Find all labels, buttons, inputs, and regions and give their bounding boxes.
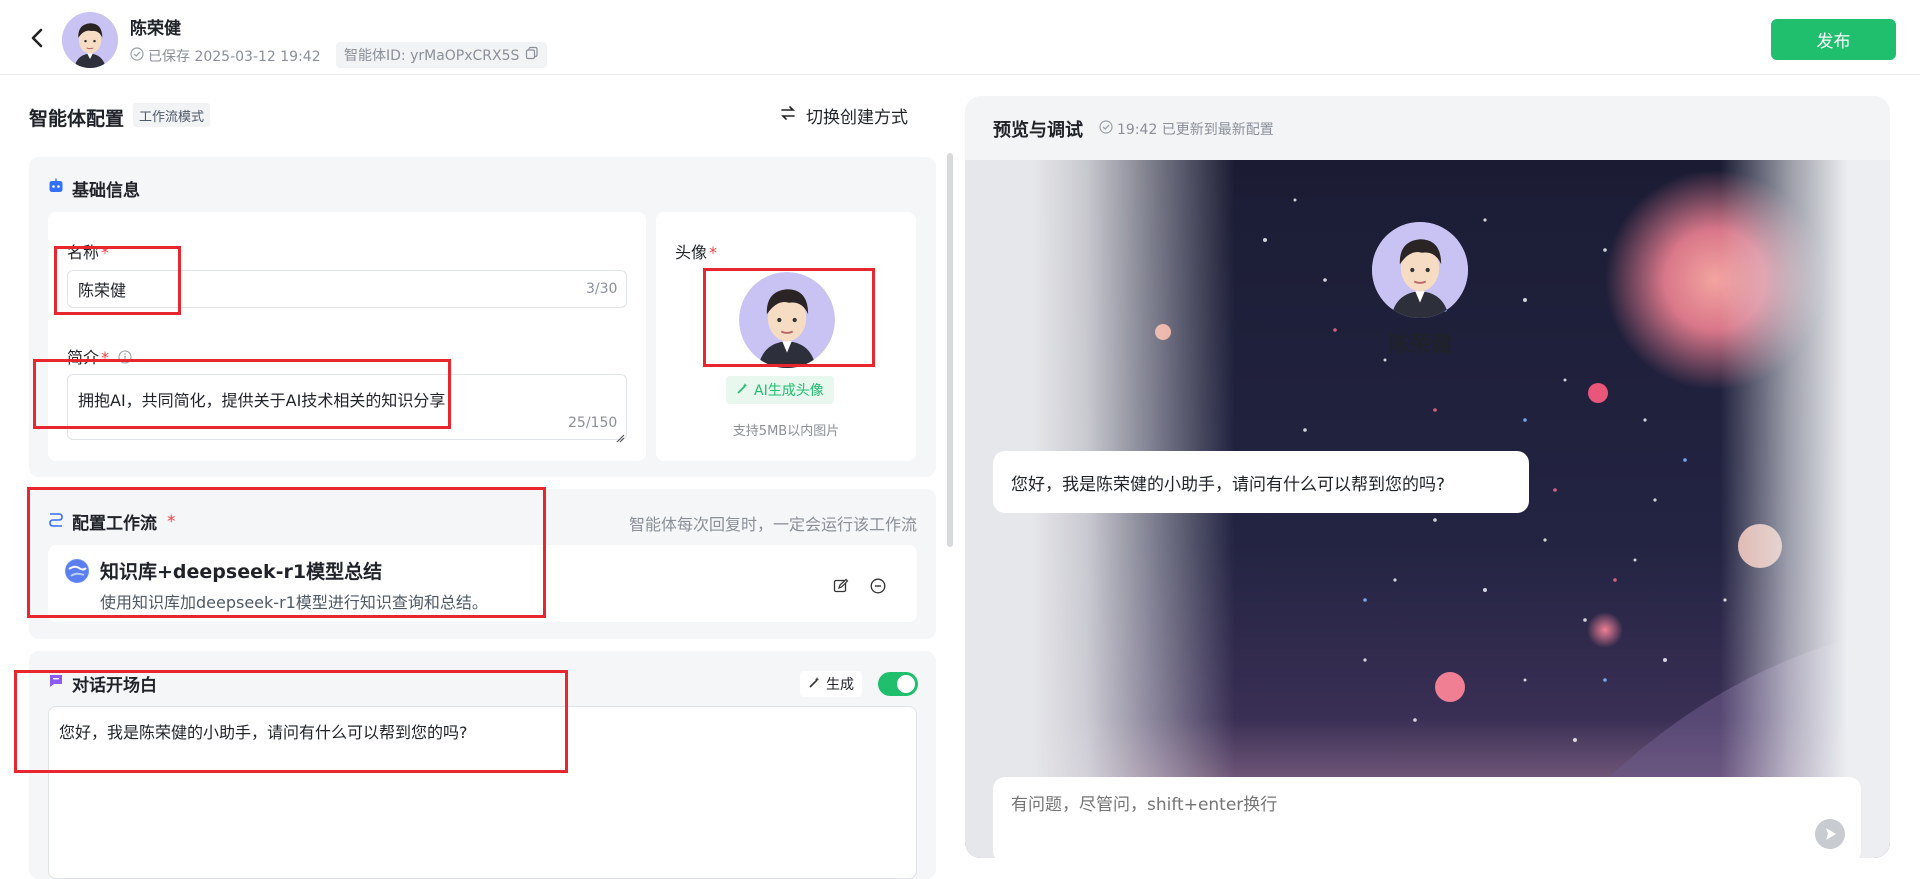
- workflow-card: 配置工作流 * 智能体每次回复时，一定会运行该工作流 知识库+deepseek-r…: [29, 489, 936, 639]
- edit-icon[interactable]: [830, 575, 852, 597]
- chat-input-box: [993, 777, 1861, 858]
- robot-icon: [48, 178, 64, 199]
- magic-wand-icon: [808, 676, 821, 693]
- saved-text: 已保存 2025-03-12 19:42: [148, 49, 321, 65]
- workflow-icon: [48, 511, 64, 532]
- switch-mode-button[interactable]: 切换创建方式: [780, 103, 908, 128]
- intro-counter: 25/150: [568, 415, 618, 431]
- basic-info-header: 基础信息: [48, 176, 140, 201]
- magic-wand-icon: [736, 382, 749, 399]
- opener-textarea[interactable]: 您好，我是陈荣健的小助手，请问有什么可以帮到您的吗?: [48, 706, 917, 879]
- agent-id-badge: 智能体ID: yrMaOPxCRX5S: [336, 42, 548, 68]
- info-icon[interactable]: [118, 349, 132, 368]
- back-arrow-icon[interactable]: [26, 26, 50, 50]
- avatar-upload[interactable]: [739, 272, 835, 368]
- generate-label: 生成: [826, 677, 854, 693]
- opener-card: 对话开场白 生成 您好，我是陈荣健的小助手，请问有什么可以帮到您的吗?: [29, 651, 936, 879]
- workflow-item[interactable]: 知识库+deepseek-r1模型总结 使用知识库加deepseek-r1模型进…: [48, 545, 917, 622]
- avatar-label: 头像 *: [675, 243, 718, 262]
- check-circle-icon: [130, 47, 144, 65]
- opener-toggle[interactable]: [878, 672, 918, 696]
- switch-mode-label: 切换创建方式: [806, 108, 908, 128]
- preview-agent-name: 陈荣健: [1388, 332, 1452, 356]
- ai-generate-avatar-button[interactable]: AI生成头像: [726, 376, 834, 404]
- preview-status: 19:42 已更新到最新配置: [1099, 119, 1274, 139]
- intro-textarea[interactable]: 拥抱AI，共同简化，提供关于AI技术相关的知识分享: [67, 374, 627, 440]
- preview-status-text: 19:42 已更新到最新配置: [1117, 122, 1274, 138]
- intro-value: 拥抱AI，共同简化，提供关于AI技术相关的知识分享: [78, 391, 446, 410]
- opener-text: 您好，我是陈荣健的小助手，请问有什么可以帮到您的吗?: [59, 723, 468, 742]
- name-intro-panel: 名称 * 陈荣健 3/30 简介 * 拥抱AI，共同简化，提供关于AI技术相关的知识…: [48, 212, 646, 461]
- basic-info-title: 基础信息: [72, 181, 140, 201]
- basic-info-card: 基础信息 名称 * 陈荣健 3/30 简介 * 拥抱AI，共同简化，提供关于AI技术…: [29, 157, 936, 477]
- greeting-text: 您好，我是陈荣健的小助手，请问有什么可以帮到您的吗?: [1011, 474, 1446, 495]
- chat-bubble-icon: [48, 673, 64, 694]
- intro-label: 简介 *: [67, 344, 132, 368]
- left-scrollbar[interactable]: [947, 153, 953, 547]
- chat-input[interactable]: [1011, 795, 1791, 815]
- saved-status: 已保存 2025-03-12 19:42: [130, 46, 321, 66]
- avatar-panel: 头像 * AI生成头像 支持5MB以内图片: [656, 212, 916, 461]
- agent-name: 陈荣健: [130, 19, 181, 39]
- remove-circle-icon[interactable]: [867, 575, 889, 597]
- copy-icon[interactable]: [525, 46, 539, 64]
- name-value: 陈荣健: [78, 281, 127, 300]
- config-title: 智能体配置: [29, 108, 125, 130]
- workflow-title: 配置工作流: [72, 514, 157, 534]
- ai-generate-label: AI生成头像: [754, 383, 824, 399]
- greeting-bubble: 您好，我是陈荣健的小助手，请问有什么可以帮到您的吗?: [993, 451, 1529, 513]
- name-label: 名称 *: [67, 243, 110, 262]
- preview-title: 预览与调试: [993, 120, 1083, 141]
- agent-id-text: 智能体ID: yrMaOPxCRX5S: [344, 48, 520, 64]
- send-icon[interactable]: [1815, 819, 1845, 849]
- workflow-globe-icon: [65, 559, 89, 583]
- opener-header: 对话开场白: [48, 671, 157, 696]
- workflow-item-title: 知识库+deepseek-r1模型总结: [100, 561, 383, 583]
- publish-button[interactable]: 发布: [1771, 19, 1896, 60]
- resize-handle-icon[interactable]: [615, 428, 625, 447]
- top-header: 陈荣健 已保存 2025-03-12 19:42 智能体ID: yrMaOPxC…: [0, 0, 1920, 75]
- preview-avatar: [1372, 222, 1468, 318]
- name-input[interactable]: 陈荣健: [67, 270, 627, 308]
- preview-panel: 预览与调试 19:42 已更新到最新配置 陈荣健 您好，我是陈荣健的小助手，请问…: [965, 96, 1890, 858]
- workflow-hint: 智能体每次回复时，一定会运行该工作流: [628, 515, 917, 534]
- swap-icon: [780, 105, 796, 126]
- name-counter: 3/30: [586, 281, 618, 297]
- preview-background: 陈荣健 您好，我是陈荣健的小助手，请问有什么可以帮到您的吗?: [965, 160, 1890, 858]
- opener-title: 对话开场白: [72, 676, 157, 696]
- mode-tag: 工作流模式: [133, 103, 211, 127]
- generate-button[interactable]: 生成: [800, 671, 862, 697]
- avatar-hint: 支持5MB以内图片: [732, 424, 840, 439]
- avatar: [62, 12, 118, 68]
- workflow-header: 配置工作流 *: [48, 509, 176, 534]
- background-fade-right: [1720, 160, 1890, 858]
- workflow-item-desc: 使用知识库加deepseek-r1模型进行知识查询和总结。: [100, 593, 488, 612]
- check-circle-icon: [1099, 120, 1113, 138]
